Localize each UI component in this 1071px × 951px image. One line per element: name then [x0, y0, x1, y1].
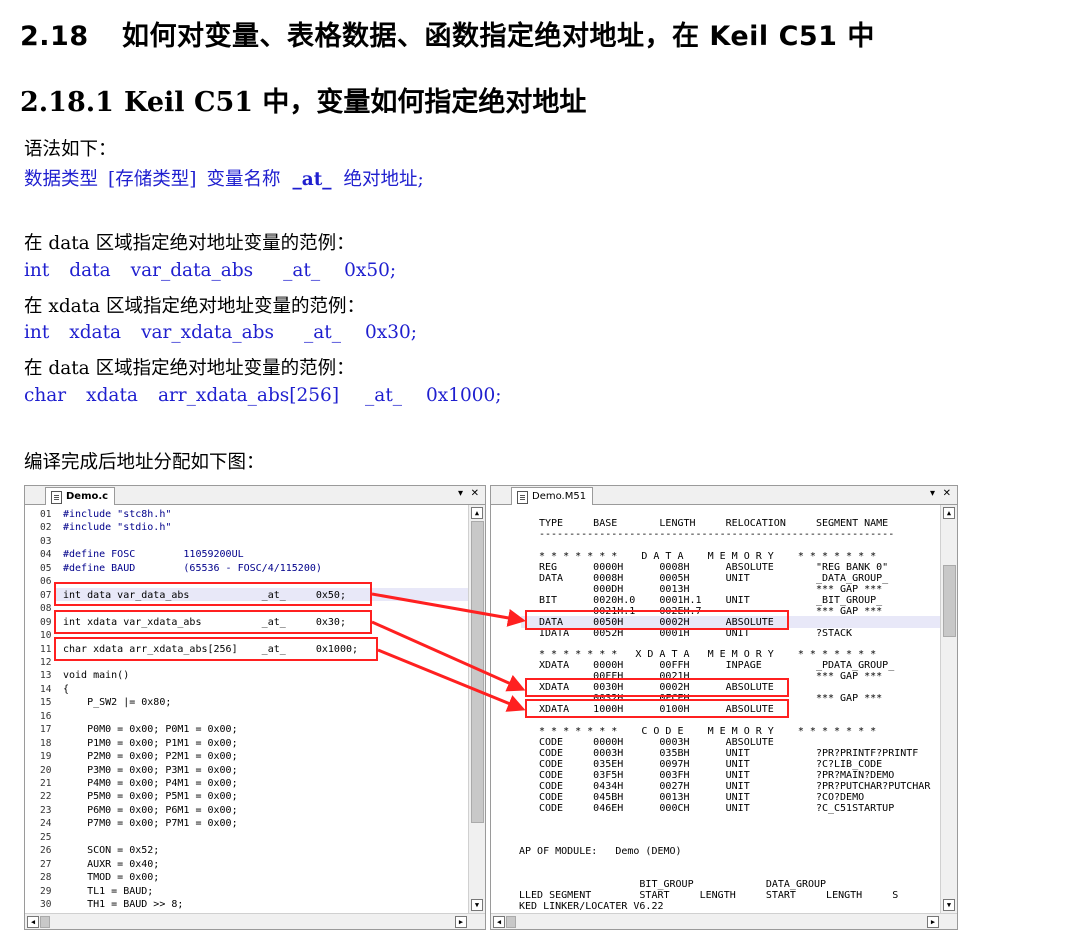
arrow-data: [371, 592, 526, 627]
annotation-arrows: [371, 592, 526, 712]
